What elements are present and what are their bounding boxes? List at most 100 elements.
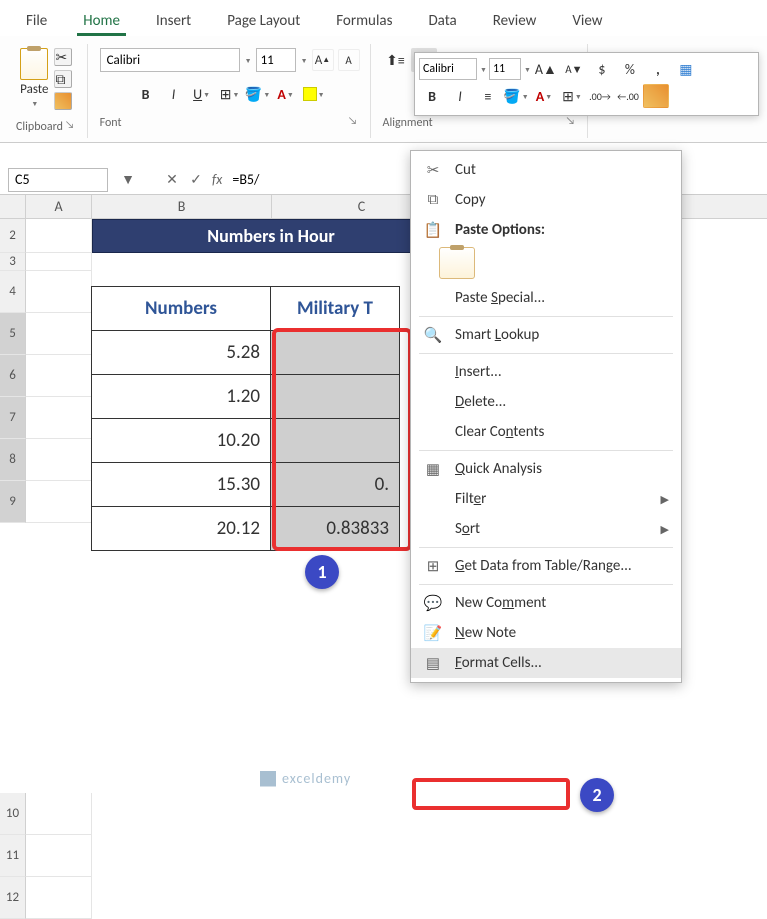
increase-font-icon[interactable]: A▲ xyxy=(312,49,334,71)
tab-view[interactable]: View xyxy=(558,6,616,36)
note-icon: 📝 xyxy=(423,624,443,642)
paste-option-icon[interactable] xyxy=(439,247,475,279)
copy-icon[interactable]: ⧉ xyxy=(54,70,72,88)
data-table: Numbers Military T 5.28 1.20 10.20 15.30… xyxy=(92,287,400,551)
italic-button[interactable]: I xyxy=(161,82,187,106)
mini-percent-icon[interactable]: % xyxy=(617,57,643,81)
ctx-quick-analysis[interactable]: ▦Quick Analysis xyxy=(411,454,681,484)
watermark-icon xyxy=(260,771,276,787)
scissors-icon: ✂ xyxy=(423,161,443,179)
mini-font-select[interactable] xyxy=(419,58,477,80)
ctx-clear-contents[interactable]: Clear Contents xyxy=(411,417,681,447)
mini-merge-icon[interactable]: ▦ xyxy=(673,57,699,81)
name-box[interactable] xyxy=(8,168,108,192)
mini-decrease-font-icon[interactable]: A▼ xyxy=(561,57,587,81)
underline-button[interactable]: U▼ xyxy=(189,82,215,106)
font-name-select[interactable] xyxy=(100,48,240,72)
mini-inc-decimal-icon[interactable]: .00→ xyxy=(587,84,613,108)
font-color-button[interactable]: A▼ xyxy=(273,82,299,106)
callout-1: 1 xyxy=(305,555,339,589)
cell-b9[interactable]: 20.12 xyxy=(91,506,271,551)
mini-format-painter-icon[interactable] xyxy=(643,84,669,108)
ctx-sort[interactable]: Sort▶ xyxy=(411,514,681,544)
callout-2: 2 xyxy=(580,778,614,812)
row-header[interactable]: 11 xyxy=(0,835,26,877)
select-all-corner[interactable] xyxy=(0,195,26,218)
clipboard-dialog-launcher[interactable]: ↘ xyxy=(63,116,77,133)
tab-pagelayout[interactable]: Page Layout xyxy=(213,6,314,36)
ctx-filter[interactable]: Filter▶ xyxy=(411,484,681,514)
cut-icon[interactable]: ✂ xyxy=(54,48,72,66)
col-header-a[interactable]: A xyxy=(26,195,92,218)
row-header[interactable]: 2 xyxy=(0,219,26,253)
cell-c8[interactable]: 0. xyxy=(270,462,400,507)
align-top-icon[interactable]: ⬆≡ xyxy=(383,48,409,72)
font-dialog-launcher[interactable]: ↘ xyxy=(346,112,360,129)
ctx-copy[interactable]: ⧉Copy xyxy=(411,185,681,215)
row-header[interactable]: 4 xyxy=(0,271,26,313)
mini-dec-decimal-icon[interactable]: ←.00 xyxy=(615,84,641,108)
ctx-get-data[interactable]: ⊞Get Data from Table/Range... xyxy=(411,551,681,581)
cancel-formula-icon[interactable]: ✕ xyxy=(160,168,184,192)
ctx-format-cells[interactable]: ▤Format Cells... xyxy=(411,648,681,678)
format-cells-icon: ▤ xyxy=(423,654,443,672)
mini-fill-icon[interactable]: 🪣▼ xyxy=(503,84,529,108)
ctx-new-comment[interactable]: 💬New Comment xyxy=(411,588,681,618)
title-banner: Numbers in Hour xyxy=(92,219,450,253)
mini-bold-button[interactable]: B xyxy=(419,84,445,108)
bold-button[interactable]: B xyxy=(133,82,159,106)
cell-b7[interactable]: 10.20 xyxy=(91,418,271,463)
ctx-insert[interactable]: Insert... xyxy=(411,357,681,387)
ctx-delete[interactable]: Delete... xyxy=(411,387,681,417)
tab-formulas[interactable]: Formulas xyxy=(322,6,406,36)
row-header[interactable]: 7 xyxy=(0,397,26,439)
tab-file[interactable]: File xyxy=(12,6,61,36)
clipboard-icon: 📋 xyxy=(423,221,443,239)
mini-comma-icon[interactable]: , xyxy=(645,57,671,81)
mini-size-select[interactable] xyxy=(489,58,521,80)
cell-b5[interactable]: 5.28 xyxy=(91,330,271,375)
row-header[interactable]: 12 xyxy=(0,877,26,919)
row-header[interactable]: 10 xyxy=(0,793,26,835)
tab-home[interactable]: Home xyxy=(69,6,134,36)
cell-b8[interactable]: 15.30 xyxy=(91,462,271,507)
group-label: Clipboard xyxy=(16,114,63,134)
group-label: Font xyxy=(100,110,122,130)
ctx-new-note[interactable]: 📝New Note xyxy=(411,618,681,648)
paste-button[interactable]: Paste ▼ xyxy=(20,48,48,108)
tab-insert[interactable]: Insert xyxy=(142,6,205,36)
decrease-font-icon[interactable]: A xyxy=(338,49,360,71)
accept-formula-icon[interactable]: ✓ xyxy=(184,168,208,192)
font-size-select[interactable] xyxy=(256,48,296,72)
mini-align-icon[interactable]: ≡ xyxy=(475,84,501,108)
ctx-smart-lookup[interactable]: 🔍Smart Lookup xyxy=(411,320,681,350)
search-icon: 🔍 xyxy=(423,326,443,344)
row-header[interactable]: 6 xyxy=(0,355,26,397)
mini-font-color-icon[interactable]: A▼ xyxy=(531,84,557,108)
format-painter-icon[interactable] xyxy=(54,92,72,110)
cell-b6[interactable]: 1.20 xyxy=(91,374,271,419)
name-box-dropdown-icon[interactable]: ▼ xyxy=(116,168,140,192)
cell-c7[interactable] xyxy=(270,418,400,463)
ctx-cut[interactable]: ✂Cut xyxy=(411,155,681,185)
mini-currency-icon[interactable]: $ xyxy=(589,57,615,81)
cell-c5[interactable] xyxy=(270,330,400,375)
ctx-paste-special[interactable]: Paste Special... xyxy=(411,283,681,313)
context-menu: ✂Cut ⧉Copy 📋Paste Options: Paste Special… xyxy=(410,150,682,683)
row-header[interactable]: 5 xyxy=(0,313,26,355)
row-header[interactable]: 3 xyxy=(0,253,26,271)
tab-review[interactable]: Review xyxy=(479,6,551,36)
highlight-button[interactable]: ▼ xyxy=(301,82,327,106)
mini-italic-button[interactable]: I xyxy=(447,84,473,108)
mini-border-icon[interactable]: ⊞▼ xyxy=(559,84,585,108)
border-button[interactable]: ⊞▼ xyxy=(217,82,243,106)
cell-c6[interactable] xyxy=(270,374,400,419)
row-header[interactable]: 9 xyxy=(0,481,26,523)
fx-icon[interactable]: fx xyxy=(212,171,222,188)
fill-color-button[interactable]: 🪣▼ xyxy=(245,82,271,106)
row-header[interactable]: 8 xyxy=(0,439,26,481)
mini-increase-font-icon[interactable]: A▲ xyxy=(533,57,559,81)
col-header-b[interactable]: B xyxy=(92,195,272,218)
tab-data[interactable]: Data xyxy=(414,6,470,36)
cell-c9[interactable]: 0.83833 xyxy=(270,506,400,551)
